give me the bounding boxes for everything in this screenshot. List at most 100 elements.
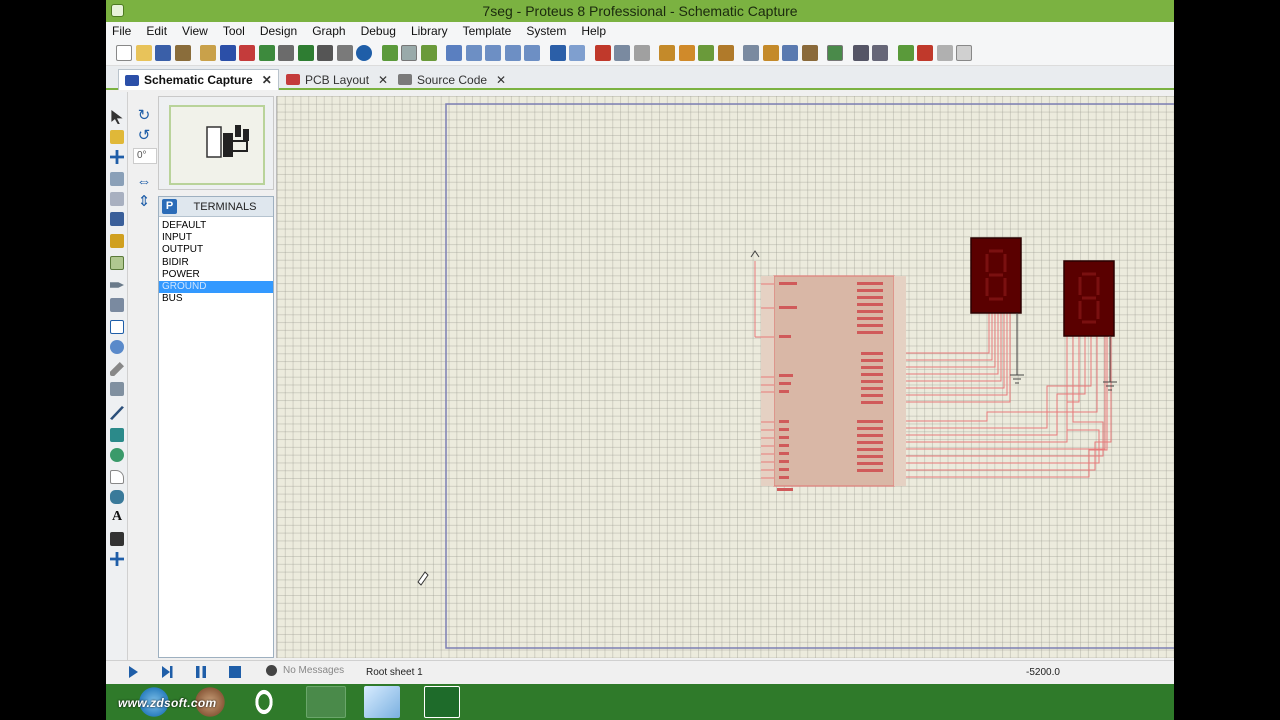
- zoom-area-icon[interactable]: [524, 44, 540, 61]
- text-script-mode-icon[interactable]: [110, 192, 124, 206]
- zoom-out-icon[interactable]: [485, 44, 501, 61]
- redo-icon[interactable]: [569, 44, 585, 61]
- 3d-viewer-icon[interactable]: [278, 44, 294, 61]
- subcircuit-mode-icon[interactable]: [110, 234, 124, 248]
- wire-label-mode-icon[interactable]: [110, 172, 124, 186]
- overview-viewport[interactable]: [169, 105, 265, 185]
- menu-file[interactable]: File: [112, 24, 131, 38]
- import-icon[interactable]: [174, 44, 191, 61]
- terminal-item-default[interactable]: DEFAULT: [159, 220, 273, 232]
- menu-view[interactable]: View: [182, 24, 208, 38]
- terminal-item-output[interactable]: OUTPUT: [159, 244, 273, 256]
- help-icon[interactable]: [356, 44, 372, 61]
- bus-mode-icon[interactable]: [110, 212, 124, 226]
- undo-icon[interactable]: [549, 44, 566, 61]
- delete-sheet-icon[interactable]: [917, 44, 933, 61]
- pan-icon[interactable]: [446, 44, 462, 61]
- pcb-icon[interactable]: [239, 44, 255, 61]
- close-icon[interactable]: ✕: [496, 73, 506, 87]
- junction-mode-icon[interactable]: [110, 150, 124, 164]
- tape-recorder-icon[interactable]: [110, 320, 124, 334]
- schematic-canvas[interactable]: [276, 96, 1174, 658]
- menu-graph[interactable]: Graph: [312, 24, 345, 38]
- packaging-icon[interactable]: [782, 44, 798, 61]
- proteus-taskbar-icon[interactable]: [424, 686, 460, 718]
- property-tool-icon[interactable]: [872, 44, 888, 61]
- zoom-all-icon[interactable]: [504, 44, 521, 61]
- file-explorer-icon[interactable]: [364, 686, 400, 718]
- rotate-clockwise-icon[interactable]: ↻: [136, 108, 152, 124]
- media-player-icon[interactable]: [306, 686, 346, 718]
- seven-segment-display-2[interactable]: [1063, 260, 1115, 337]
- menu-debug[interactable]: Debug: [361, 24, 396, 38]
- tab-pcb-layout[interactable]: PCB Layout ✕: [280, 69, 394, 90]
- block-delete-icon[interactable]: [717, 44, 734, 61]
- refresh-icon[interactable]: [381, 44, 398, 61]
- device-pins-mode-icon[interactable]: [110, 282, 124, 288]
- line-mode-icon[interactable]: [110, 406, 124, 420]
- arc-mode-icon[interactable]: [110, 470, 124, 484]
- new-sheet-icon[interactable]: [897, 44, 914, 61]
- terminal-item-power[interactable]: POWER: [159, 269, 273, 281]
- gerber-icon[interactable]: [258, 44, 275, 61]
- voltage-probe-icon[interactable]: [110, 362, 124, 376]
- terminal-item-bidir[interactable]: BIDIR: [159, 257, 273, 269]
- messages-indicator[interactable]: No Messages: [266, 665, 344, 676]
- block-move-icon[interactable]: [678, 44, 695, 61]
- opera-browser-icon[interactable]: [246, 686, 282, 718]
- pause-icon[interactable]: [194, 665, 208, 679]
- symbol-mode-icon[interactable]: [110, 532, 124, 546]
- rotate-anticlockwise-icon[interactable]: ↺: [136, 128, 152, 144]
- netlist-icon[interactable]: [956, 44, 972, 61]
- origin-icon[interactable]: [420, 44, 437, 61]
- mirror-vertical-icon[interactable]: ⇕: [136, 194, 152, 210]
- seven-segment-display-1[interactable]: [970, 237, 1022, 314]
- wire-autorouter-icon[interactable]: [827, 44, 843, 61]
- decompose-icon[interactable]: [801, 44, 818, 61]
- marker-mode-icon[interactable]: [110, 552, 124, 566]
- code-icon[interactable]: [336, 44, 353, 61]
- selection-mode-icon[interactable]: [111, 110, 123, 124]
- copy-icon[interactable]: [614, 44, 630, 61]
- menu-design[interactable]: Design: [260, 24, 297, 38]
- path-mode-icon[interactable]: [110, 490, 124, 504]
- play-icon[interactable]: [126, 665, 140, 679]
- component-mode-icon[interactable]: [110, 130, 124, 144]
- microcontroller-8051[interactable]: [761, 275, 906, 491]
- box-mode-icon[interactable]: [110, 428, 124, 442]
- terminal-item-ground[interactable]: GROUND: [159, 280, 273, 294]
- schematic-icon[interactable]: [219, 44, 236, 61]
- virtual-instruments-icon[interactable]: [110, 382, 124, 396]
- graph-mode-icon[interactable]: [110, 298, 124, 312]
- design-explorer-icon[interactable]: [317, 44, 333, 61]
- paste-icon[interactable]: [633, 44, 650, 61]
- new-file-icon[interactable]: [116, 44, 132, 61]
- terminal-item-bus[interactable]: BUS: [159, 293, 273, 305]
- cut-icon[interactable]: [594, 44, 611, 61]
- tab-source-code[interactable]: Source Code ✕: [392, 69, 512, 90]
- step-icon[interactable]: [160, 665, 174, 679]
- terminal-item-input[interactable]: INPUT: [159, 232, 273, 244]
- rotation-angle-field[interactable]: 0°: [133, 148, 157, 164]
- parent-sheet-icon[interactable]: [936, 44, 953, 61]
- mirror-horizontal-icon[interactable]: ⇔: [136, 174, 152, 190]
- menu-edit[interactable]: Edit: [146, 24, 167, 38]
- make-device-icon[interactable]: [762, 44, 779, 61]
- generator-mode-icon[interactable]: [110, 340, 124, 354]
- overview-window[interactable]: [158, 96, 274, 190]
- grid-icon[interactable]: [401, 44, 417, 61]
- menu-help[interactable]: Help: [581, 24, 606, 38]
- zoom-in-icon[interactable]: [465, 44, 482, 61]
- save-icon[interactable]: [155, 44, 171, 61]
- pick-button[interactable]: P: [162, 199, 177, 214]
- menu-library[interactable]: Library: [411, 24, 448, 38]
- bom-icon[interactable]: [297, 44, 314, 61]
- menu-template[interactable]: Template: [463, 24, 512, 38]
- home-icon[interactable]: [200, 44, 216, 61]
- menu-system[interactable]: System: [526, 24, 566, 38]
- close-icon[interactable]: ✕: [378, 73, 388, 87]
- stop-icon[interactable]: [228, 665, 242, 679]
- block-copy-icon[interactable]: [659, 44, 675, 61]
- text-mode-icon[interactable]: A: [110, 510, 124, 524]
- block-rotate-icon[interactable]: [698, 44, 714, 61]
